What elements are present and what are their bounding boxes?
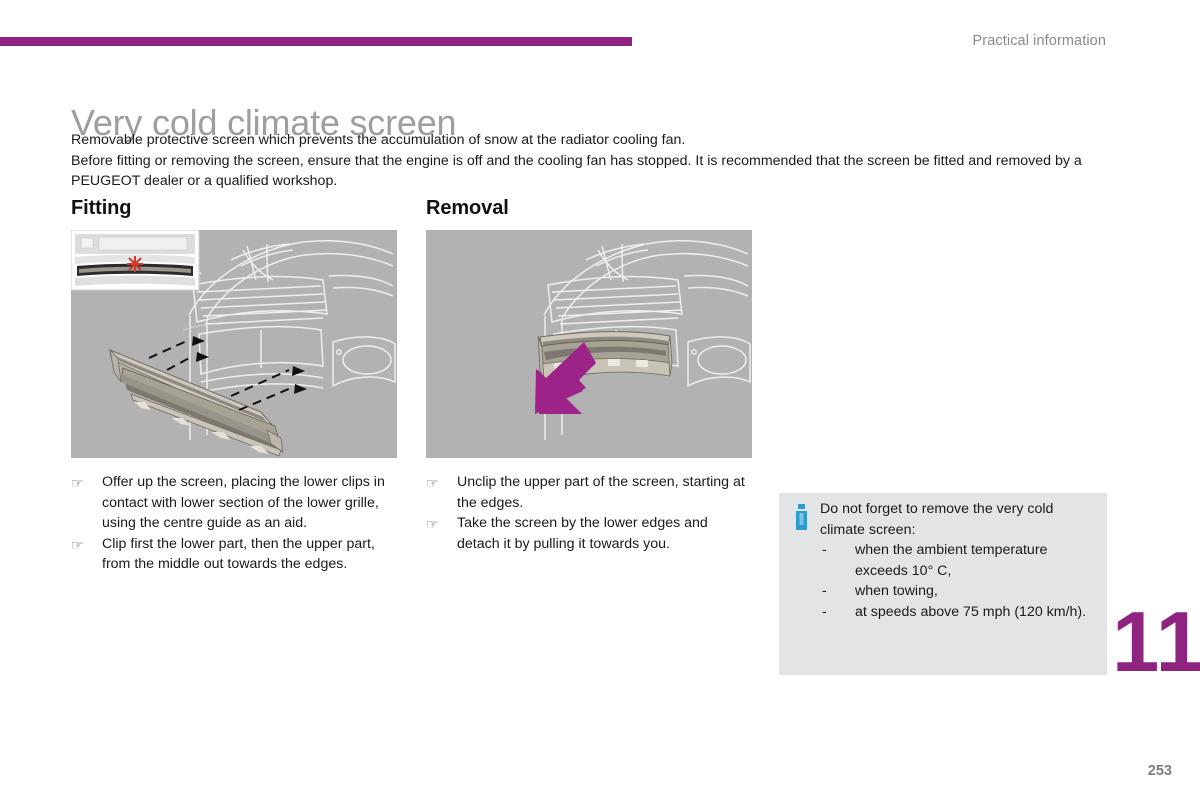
step-item: ☞ Offer up the screen, placing the lower… <box>71 472 397 534</box>
page-number: 253 <box>1147 763 1172 779</box>
step-text: Offer up the screen, placing the lower c… <box>102 474 385 531</box>
step-text: Clip first the lower part, then the uppe… <box>102 535 375 573</box>
step-item: ☞ Unclip the upper part of the screen, s… <box>426 472 752 513</box>
intro-paragraphs: Removable protective screen which preven… <box>71 130 1091 192</box>
column-fitting: Fitting ☞ Offer up the screen, placing t… <box>71 197 397 575</box>
info-item-text: at speeds above 75 mph (120 km/h). <box>855 603 1087 620</box>
figure-removal <box>426 230 752 458</box>
dash-marker: - <box>822 603 827 620</box>
step-bullet-icon: ☞ <box>71 537 84 554</box>
intro-line-1: Removable protective screen which preven… <box>71 132 686 148</box>
steps-removal: ☞ Unclip the upper part of the screen, s… <box>426 472 752 554</box>
step-item: ☞ Clip first the lower part, then the up… <box>71 534 397 575</box>
chapter-number: 11 <box>1112 595 1200 690</box>
fitting-illustration <box>71 230 397 458</box>
information-icon <box>796 504 807 530</box>
figure-inset <box>71 230 200 291</box>
heading-fitting: Fitting <box>71 197 132 219</box>
heading-removal: Removal <box>426 197 509 219</box>
step-item: ☞ Take the screen by the lower edges and… <box>426 513 752 554</box>
step-bullet-icon: ☞ <box>71 476 84 492</box>
step-bullet-icon: ☞ <box>426 476 439 492</box>
red-marker-icon <box>127 256 143 272</box>
info-item-text: when towing, <box>855 583 938 599</box>
step-text: Unclip the upper part of the screen, sta… <box>457 474 745 511</box>
info-list-item: - when towing, <box>820 581 1098 602</box>
header-section-label: Practical information <box>972 33 1106 49</box>
intro-line-2: Before fitting or removing the screen, e… <box>71 152 1082 190</box>
header-accent-rule <box>0 37 632 46</box>
steps-fitting: ☞ Offer up the screen, placing the lower… <box>71 472 397 575</box>
dash-marker: - <box>822 542 827 558</box>
step-bullet-icon: ☞ <box>426 517 439 533</box>
info-lead-text: Do not forget to remove the very cold cl… <box>820 501 1054 538</box>
info-item-text: when the ambient temperature exceeds 10°… <box>855 542 1048 579</box>
info-list-item: - when the ambient temperature exceeds 1… <box>820 540 1098 581</box>
step-text: Take the screen by the lower edges and d… <box>457 515 708 552</box>
info-callout-box: Do not forget to remove the very cold cl… <box>779 493 1107 675</box>
figure-fitting <box>71 230 397 458</box>
info-conditions-list: - when the ambient temperature exceeds 1… <box>820 540 1098 622</box>
info-list-item: - at speeds above 75 mph (120 km/h). <box>820 602 1098 623</box>
dash-marker: - <box>822 583 827 599</box>
column-removal: Removal ☞ Unclip the upper part of the s… <box>426 197 752 554</box>
removal-illustration <box>426 230 752 458</box>
info-callout-text: Do not forget to remove the very cold cl… <box>820 499 1098 622</box>
